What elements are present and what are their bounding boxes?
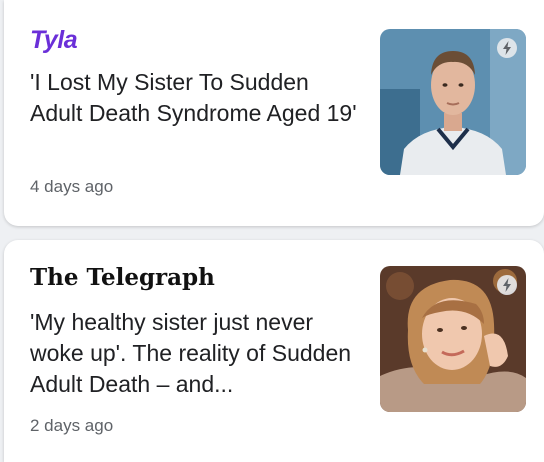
amp-lightning-icon bbox=[497, 275, 517, 295]
publisher-logo-tyla: Tyla bbox=[30, 26, 78, 54]
article-timestamp: 2 days ago bbox=[30, 416, 114, 435]
article-thumbnail[interactable] bbox=[380, 266, 526, 412]
article-headline[interactable]: 'My healthy sister just never woke up'. … bbox=[30, 307, 360, 400]
article-timestamp: 4 days ago bbox=[30, 177, 114, 196]
news-card-telegraph[interactable]: The Telegraph 'My healthy sister just ne… bbox=[4, 240, 544, 462]
news-card-tyla[interactable]: Tyla 'I Lost My Sister To Sudden Adult D… bbox=[4, 0, 544, 226]
article-thumbnail[interactable] bbox=[380, 29, 526, 175]
amp-lightning-icon bbox=[497, 38, 517, 58]
article-headline[interactable]: 'I Lost My Sister To Sudden Adult Death … bbox=[30, 67, 360, 129]
publisher-logo-telegraph: The Telegraph bbox=[30, 264, 215, 291]
